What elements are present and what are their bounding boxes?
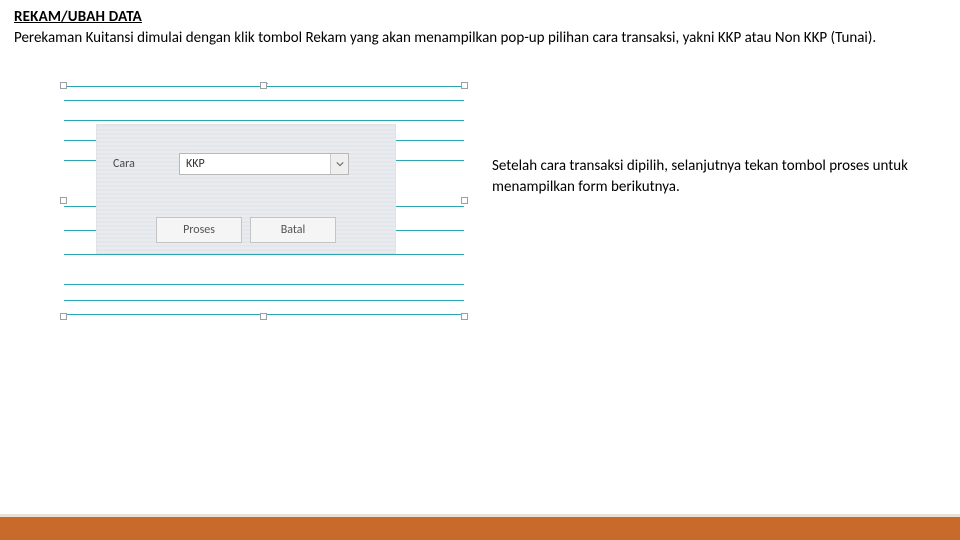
description-column: Setelah cara transaksi dipilih, selanjut…: [492, 86, 946, 197]
section-heading: REKAM/UBAH DATA: [14, 8, 946, 26]
screenshot-column: Cara KKP Proses Batal: [14, 86, 464, 254]
slide-page: REKAM/UBAH DATA Perekaman Kuitansi dimul…: [0, 0, 960, 540]
two-column-row: Cara KKP Proses Batal Se: [14, 86, 946, 254]
batal-button[interactable]: Batal: [250, 217, 336, 243]
cara-field-row: Cara KKP: [113, 153, 379, 175]
proses-button[interactable]: Proses: [156, 217, 242, 243]
chevron-down-icon[interactable]: [330, 154, 348, 174]
cara-select[interactable]: KKP: [179, 153, 349, 175]
transaction-popup: Cara KKP Proses Batal: [96, 124, 396, 254]
description-text: Setelah cara transaksi dipilih, selanjut…: [492, 156, 926, 197]
cara-select-wrap: KKP: [179, 153, 349, 175]
content-area: REKAM/UBAH DATA Perekaman Kuitansi dimul…: [0, 0, 960, 254]
cara-label: Cara: [113, 157, 149, 171]
intro-paragraph: Perekaman Kuitansi dimulai dengan klik t…: [14, 28, 934, 48]
popup-button-row: Proses Batal: [113, 217, 379, 243]
footer-bar: [0, 514, 960, 540]
